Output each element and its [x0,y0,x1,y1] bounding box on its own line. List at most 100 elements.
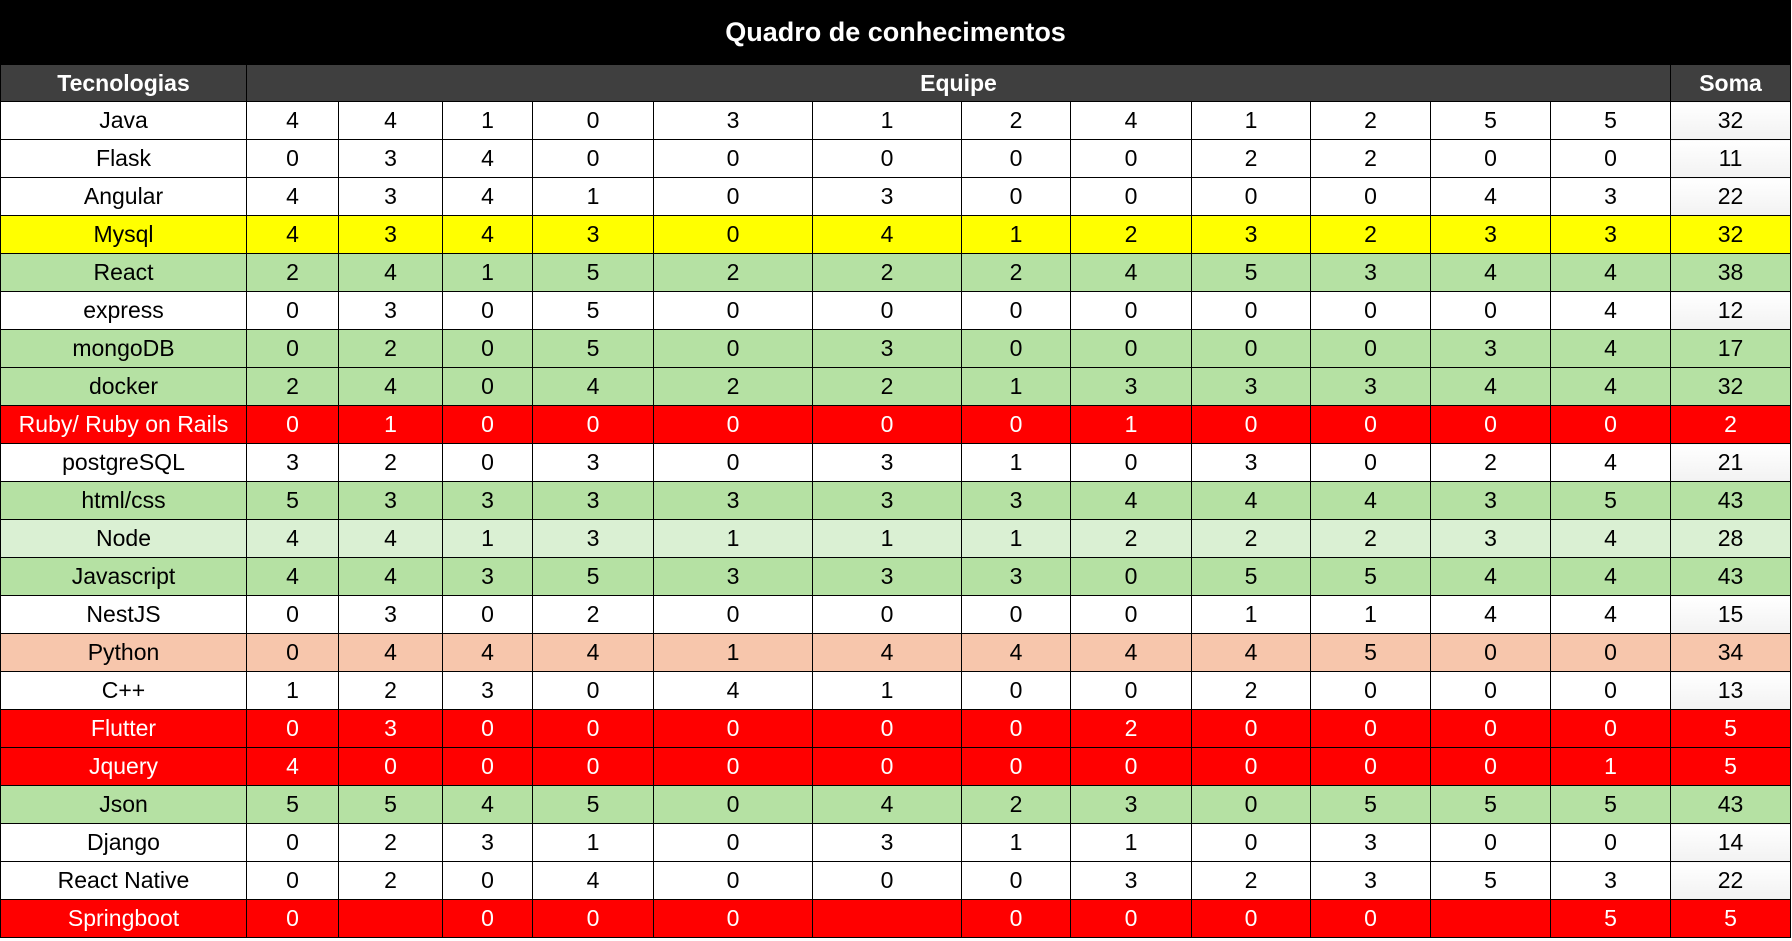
score-cell[interactable]: 0 [246,899,339,938]
score-cell[interactable]: 0 [961,709,1071,748]
score-cell[interactable]: 0 [1070,595,1192,634]
score-cell[interactable]: 4 [246,215,339,254]
score-cell[interactable]: 3 [338,709,443,748]
score-cell[interactable]: 0 [442,747,533,786]
score-cell[interactable]: 0 [442,329,533,368]
score-cell[interactable]: 0 [1191,747,1311,786]
score-cell[interactable]: 5 [338,785,443,824]
score-cell[interactable]: 1 [1191,101,1311,140]
score-cell[interactable]: 4 [338,367,443,406]
tech-name-cell[interactable]: Node [0,519,247,558]
score-cell[interactable]: 2 [1070,709,1192,748]
sum-cell[interactable]: 32 [1669,215,1792,254]
score-cell[interactable]: 0 [961,177,1071,216]
score-cell[interactable]: 4 [532,861,654,900]
tech-name-cell[interactable]: NestJS [0,595,247,634]
score-cell[interactable]: 5 [1550,481,1671,520]
score-cell[interactable]: 1 [812,519,962,558]
score-cell[interactable]: 0 [653,709,813,748]
score-cell[interactable]: 0 [961,899,1071,938]
score-cell[interactable]: 0 [1430,823,1551,862]
score-cell[interactable]: 2 [532,595,654,634]
score-cell[interactable]: 5 [532,785,654,824]
score-cell[interactable]: 2 [961,785,1071,824]
tech-name-cell[interactable]: React [0,253,247,292]
score-cell[interactable]: 3 [442,671,533,710]
sum-cell[interactable]: 22 [1669,861,1792,900]
score-cell[interactable]: 0 [1191,823,1311,862]
score-cell[interactable]: 3 [1191,367,1311,406]
score-cell[interactable]: 0 [246,405,339,444]
score-cell[interactable]: 0 [246,633,339,672]
sum-cell[interactable]: 5 [1669,747,1792,786]
score-cell[interactable]: 4 [1550,291,1671,330]
tech-name-cell[interactable]: Flutter [0,709,247,748]
score-cell[interactable]: 3 [1430,215,1551,254]
score-cell[interactable]: 0 [961,405,1071,444]
score-cell[interactable]: 4 [246,519,339,558]
score-cell[interactable]: 3 [1310,253,1431,292]
score-cell[interactable]: 5 [532,291,654,330]
score-cell[interactable]: 4 [812,785,962,824]
score-cell[interactable]: 0 [812,139,962,178]
score-cell[interactable]: 0 [1191,329,1311,368]
score-cell[interactable]: 2 [246,253,339,292]
score-cell[interactable]: 0 [1430,405,1551,444]
score-cell[interactable]: 2 [1310,215,1431,254]
score-cell[interactable]: 0 [442,899,533,938]
tech-name-cell[interactable]: Mysql [0,215,247,254]
score-cell[interactable]: 0 [246,861,339,900]
score-cell[interactable]: 0 [812,291,962,330]
tech-name-cell[interactable]: Json [0,785,247,824]
score-cell[interactable]: 3 [442,481,533,520]
score-cell[interactable]: 2 [653,253,813,292]
sum-cell[interactable]: 21 [1669,443,1792,482]
score-cell[interactable]: 2 [1191,519,1311,558]
score-cell[interactable]: 0 [1070,443,1192,482]
score-cell[interactable]: 4 [1310,481,1431,520]
score-cell[interactable]: 0 [653,443,813,482]
score-cell[interactable]: 0 [442,861,533,900]
score-cell[interactable]: 0 [532,747,654,786]
score-cell[interactable]: 3 [532,443,654,482]
score-cell[interactable]: 3 [812,557,962,596]
score-cell[interactable]: 0 [1070,291,1192,330]
score-cell[interactable]: 0 [532,899,654,938]
score-cell[interactable]: 1 [442,253,533,292]
score-cell[interactable]: 1 [246,671,339,710]
score-cell[interactable] [338,899,443,938]
score-cell[interactable]: 0 [653,861,813,900]
score-cell[interactable]: 1 [442,101,533,140]
score-cell[interactable]: 0 [246,291,339,330]
score-cell[interactable]: 0 [1550,671,1671,710]
score-cell[interactable]: 3 [338,595,443,634]
sum-cell[interactable]: 32 [1669,101,1792,140]
tech-name-cell[interactable]: Python [0,633,247,672]
score-cell[interactable]: 5 [1310,633,1431,672]
score-cell[interactable]: 1 [653,519,813,558]
score-cell[interactable]: 3 [1070,861,1192,900]
score-cell[interactable]: 1 [961,367,1071,406]
score-cell[interactable]: 4 [246,177,339,216]
sum-cell[interactable]: 32 [1669,367,1792,406]
score-cell[interactable]: 3 [442,823,533,862]
tech-name-cell[interactable]: Flask [0,139,247,178]
score-cell[interactable]: 0 [653,785,813,824]
score-cell[interactable]: 5 [1550,785,1671,824]
score-cell[interactable]: 0 [442,405,533,444]
sum-cell[interactable]: 17 [1669,329,1792,368]
score-cell[interactable]: 4 [1070,253,1192,292]
score-cell[interactable]: 0 [1310,747,1431,786]
score-cell[interactable]: 0 [653,291,813,330]
score-cell[interactable]: 3 [1191,443,1311,482]
score-cell[interactable]: 0 [1191,177,1311,216]
score-cell[interactable]: 4 [1430,177,1551,216]
score-cell[interactable]: 0 [653,139,813,178]
score-cell[interactable]: 3 [338,481,443,520]
score-cell[interactable]: 4 [442,177,533,216]
score-cell[interactable]: 1 [1070,405,1192,444]
sum-cell[interactable]: 43 [1669,785,1792,824]
score-cell[interactable]: 4 [442,139,533,178]
score-cell[interactable]: 4 [1550,329,1671,368]
sum-cell[interactable]: 43 [1669,481,1792,520]
